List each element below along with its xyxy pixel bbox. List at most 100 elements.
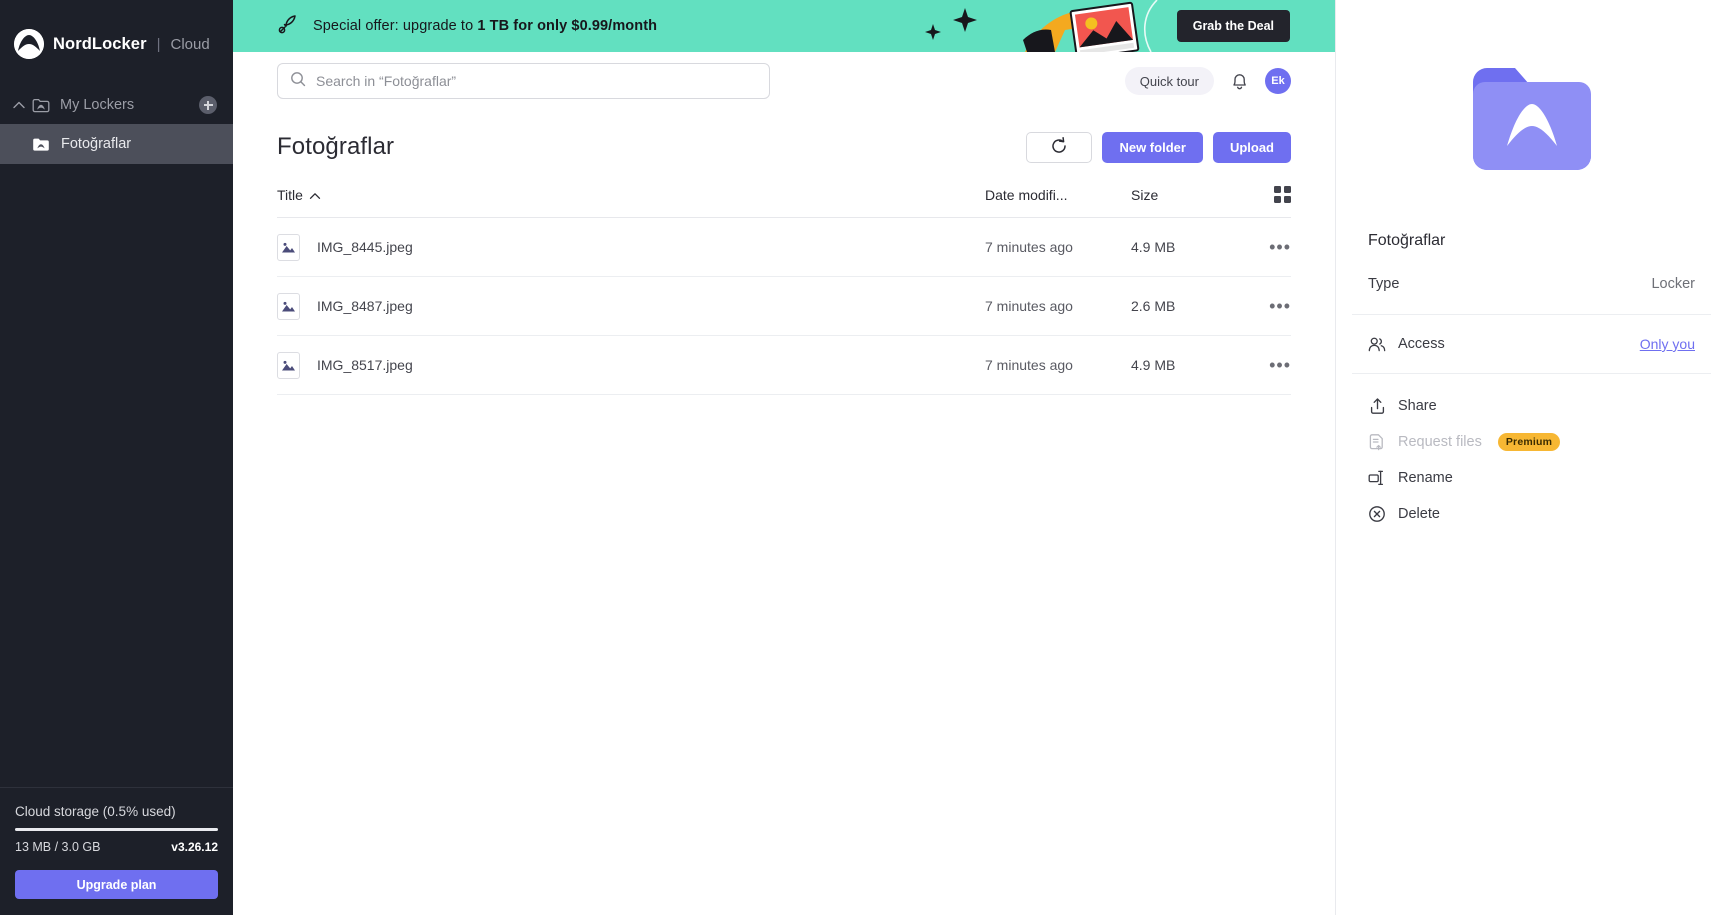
quick-tour-button[interactable]: Quick tour [1124,67,1214,95]
file-table: Title Date modifi... Size IMG_8445.jpeg … [233,184,1335,395]
storage-progress-fill [15,828,218,831]
more-horizontal-icon[interactable]: ••• [1251,296,1291,317]
table-row[interactable]: IMG_8487.jpeg 7 minutes ago 2.6 MB ••• [277,277,1291,336]
chevron-up-icon [309,187,321,203]
rename-icon [1368,469,1386,487]
file-size: 4.9 MB [1131,239,1176,255]
request-files-icon [1368,433,1386,451]
sidebar: NordLocker | Cloud My Lockers Fotoğrafla… [0,0,233,915]
file-name-cell: IMG_8445.jpeg [277,233,981,261]
search-icon [290,71,306,92]
delete-action[interactable]: Delete [1352,496,1711,532]
app-root: NordLocker | Cloud My Lockers Fotoğrafla… [0,0,1711,915]
top-right-controls: Quick tour Ek [1124,67,1291,95]
details-access-value[interactable]: Only you [1640,336,1695,352]
brand-name: NordLocker [53,34,147,53]
page-title: Fotoğraflar [277,133,395,160]
new-folder-button[interactable]: New folder [1102,131,1203,163]
page-header: Fotoğraflar New folder Upload [233,110,1335,170]
file-date: 7 minutes ago [985,298,1073,314]
bell-icon[interactable] [1230,71,1249,91]
details-access-row: Access Only you [1352,315,1711,374]
sidebar-item-label: Fotoğraflar [61,136,132,152]
table-row[interactable]: IMG_8445.jpeg 7 minutes ago 4.9 MB ••• [277,218,1291,277]
banner-text-group: Special offer: upgrade to 1 TB for only … [277,13,657,40]
file-name: IMG_8517.jpeg [317,357,413,373]
request-files-label: Request files [1398,434,1482,450]
brand-subtitle: Cloud [170,35,210,53]
plus-circle-icon[interactable] [199,96,217,114]
sidebar-group-my-lockers[interactable]: My Lockers [0,86,233,124]
storage-label: Cloud storage (0.5% used) [15,804,176,819]
top-toolbar: Quick tour Ek [233,52,1335,110]
image-file-icon [277,292,300,320]
column-header-title[interactable]: Title [277,187,981,203]
rename-action[interactable]: Rename [1352,460,1711,496]
banner-illustration [925,0,1158,52]
column-header-title-label: Title [277,186,303,203]
brand-separator: | [156,35,161,53]
main-content: Special offer: upgrade to 1 TB for only … [233,0,1335,915]
file-name-cell: IMG_8517.jpeg [277,351,981,379]
storage-used-text: 13 MB / 3.0 GB [15,840,101,854]
rename-label: Rename [1398,470,1453,486]
share-upload-icon [1368,397,1386,415]
details-type-row: Type Locker [1352,250,1711,315]
details-actions: Share Request files Premium Rename Delet… [1352,374,1711,532]
nordlocker-mountain-icon [14,29,44,59]
share-action[interactable]: Share [1352,388,1711,424]
banner-message: Special offer: upgrade to 1 TB for only … [313,18,657,34]
column-header-size[interactable]: Size [1131,187,1251,203]
app-version: v3.26.12 [171,840,218,854]
promo-banner: Special offer: upgrade to 1 TB for only … [233,0,1335,52]
details-type-label: Type [1368,276,1400,292]
details-type-value: Locker [1651,276,1695,292]
more-horizontal-icon[interactable]: ••• [1251,237,1291,258]
search-box[interactable] [277,63,770,99]
file-date: 7 minutes ago [985,239,1073,255]
file-size: 2.6 MB [1131,298,1176,314]
sidebar-nav: My Lockers Fotoğraflar [0,86,233,164]
column-header-date[interactable]: Date modifi... [981,187,1131,203]
delete-circle-icon [1368,505,1386,523]
file-name: IMG_8487.jpeg [317,298,413,314]
details-panel: Fotoğraflar Type Locker Access Only you [1335,0,1711,915]
upload-button[interactable]: Upload [1212,131,1291,163]
locker-folder-icon [32,98,50,113]
grab-the-deal-button[interactable]: Grab the Deal [1176,10,1290,42]
banner-message-highlight: 1 TB for only $0.99/month [477,18,658,34]
premium-badge: Premium [1497,433,1561,451]
sidebar-item-fotograflar[interactable]: Fotoğraflar [0,124,233,164]
rocket-icon [277,13,299,40]
avatar[interactable]: Ek [1265,68,1291,94]
banner-message-prefix: Special offer: upgrade to [313,18,478,34]
share-label: Share [1398,398,1437,414]
more-horizontal-icon[interactable]: ••• [1251,355,1291,376]
brand: NordLocker | Cloud [0,0,233,64]
request-files-action: Request files Premium [1352,424,1711,460]
file-name: IMG_8445.jpeg [317,239,413,255]
details-access-label: Access [1398,336,1445,352]
large-locker-folder-icon [1352,0,1711,232]
grid-view-icon[interactable] [1251,186,1291,203]
refresh-button[interactable] [1026,131,1093,163]
image-file-icon [277,351,300,379]
file-name-cell: IMG_8487.jpeg [277,292,981,320]
upgrade-plan-button[interactable]: Upgrade plan [15,870,218,899]
delete-label: Delete [1398,506,1440,522]
storage-row: 13 MB / 3.0 GB v3.26.12 [15,840,218,854]
file-size: 4.9 MB [1131,357,1176,373]
locker-folder-icon [32,137,50,152]
people-icon [1368,335,1386,353]
details-name: Fotoğraflar [1368,232,1446,249]
chevron-up-icon[interactable] [10,101,28,109]
table-header-row: Title Date modifi... Size [277,184,1291,218]
sidebar-group-label: My Lockers [60,97,135,113]
storage-progress-bar [15,828,218,831]
table-row[interactable]: IMG_8517.jpeg 7 minutes ago 4.9 MB ••• [277,336,1291,395]
storage-section: Cloud storage (0.5% used) 13 MB / 3.0 GB… [0,787,233,915]
refresh-icon [1050,136,1068,158]
image-file-icon [277,233,300,261]
search-input[interactable] [316,73,757,89]
page-actions: New folder Upload [1026,131,1291,163]
